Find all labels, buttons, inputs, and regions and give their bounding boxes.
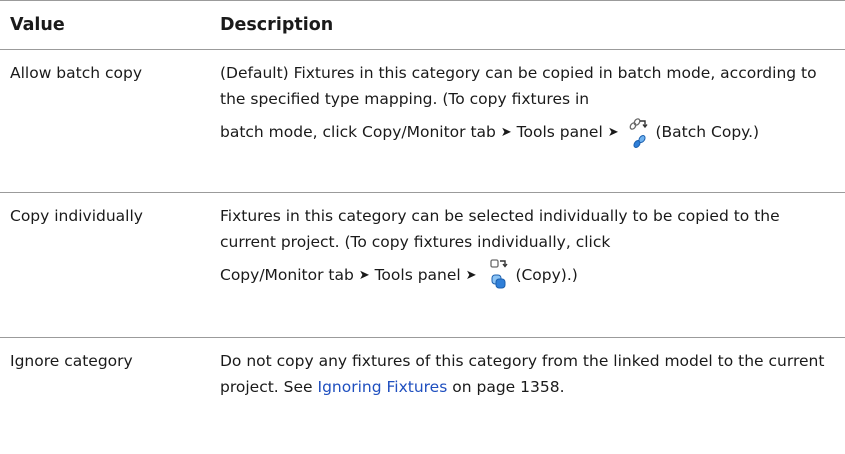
description-text: on page 1358. [452, 378, 565, 396]
description-text: Copy/Monitor tab [220, 266, 354, 284]
table-header-row: Value Description [0, 0, 845, 50]
description-text: batch mode, click Copy/Monitor tab [220, 123, 496, 141]
batch-copy-icon [628, 118, 650, 154]
description-line: batch mode, click Copy/Monitor tab ➤ Too… [220, 112, 759, 154]
description-line: Copy/Monitor tab ➤ Tools panel ➤ (Copy).… [220, 255, 578, 297]
arrow-separator: ➤ [500, 125, 512, 140]
row-description: Do not copy any fixtures of this categor… [210, 338, 845, 449]
description-text: Tools panel [516, 123, 603, 141]
table-row: Ignore category Do not copy any fixtures… [0, 338, 845, 449]
header-description: Description [210, 0, 845, 50]
header-value: Value [0, 0, 210, 50]
copy-icon [488, 257, 510, 297]
description-text: Fixtures in this category can be selecte… [220, 207, 780, 251]
row-value-ignore-category: Ignore category [10, 352, 133, 370]
arrow-separator: ➤ [607, 125, 619, 140]
description-text: (Batch Copy.) [655, 123, 760, 141]
table-row: Copy individually Fixtures in this categ… [0, 192, 845, 338]
row-value-copy-individually: Copy individually [0, 192, 210, 338]
description-text: Tools panel [374, 266, 461, 284]
ignoring-fixtures-link[interactable]: Ignoring Fixtures [318, 378, 448, 396]
fixtures-behavior-table: Value Description Allow batch copy (Defa… [0, 0, 845, 448]
row-description: Fixtures in this category can be selecte… [210, 192, 845, 338]
row-description: (Default) Fixtures in this category can … [210, 49, 845, 193]
row-value-allow-batch-copy: Allow batch copy [0, 49, 210, 193]
description-text: (Default) Fixtures in this category can … [220, 64, 817, 108]
arrow-separator: ➤ [465, 268, 477, 283]
description-text: (Copy).) [515, 266, 578, 284]
table-row: Allow batch copy (Default) Fixtures in t… [0, 49, 845, 193]
arrow-separator: ➤ [358, 268, 370, 283]
